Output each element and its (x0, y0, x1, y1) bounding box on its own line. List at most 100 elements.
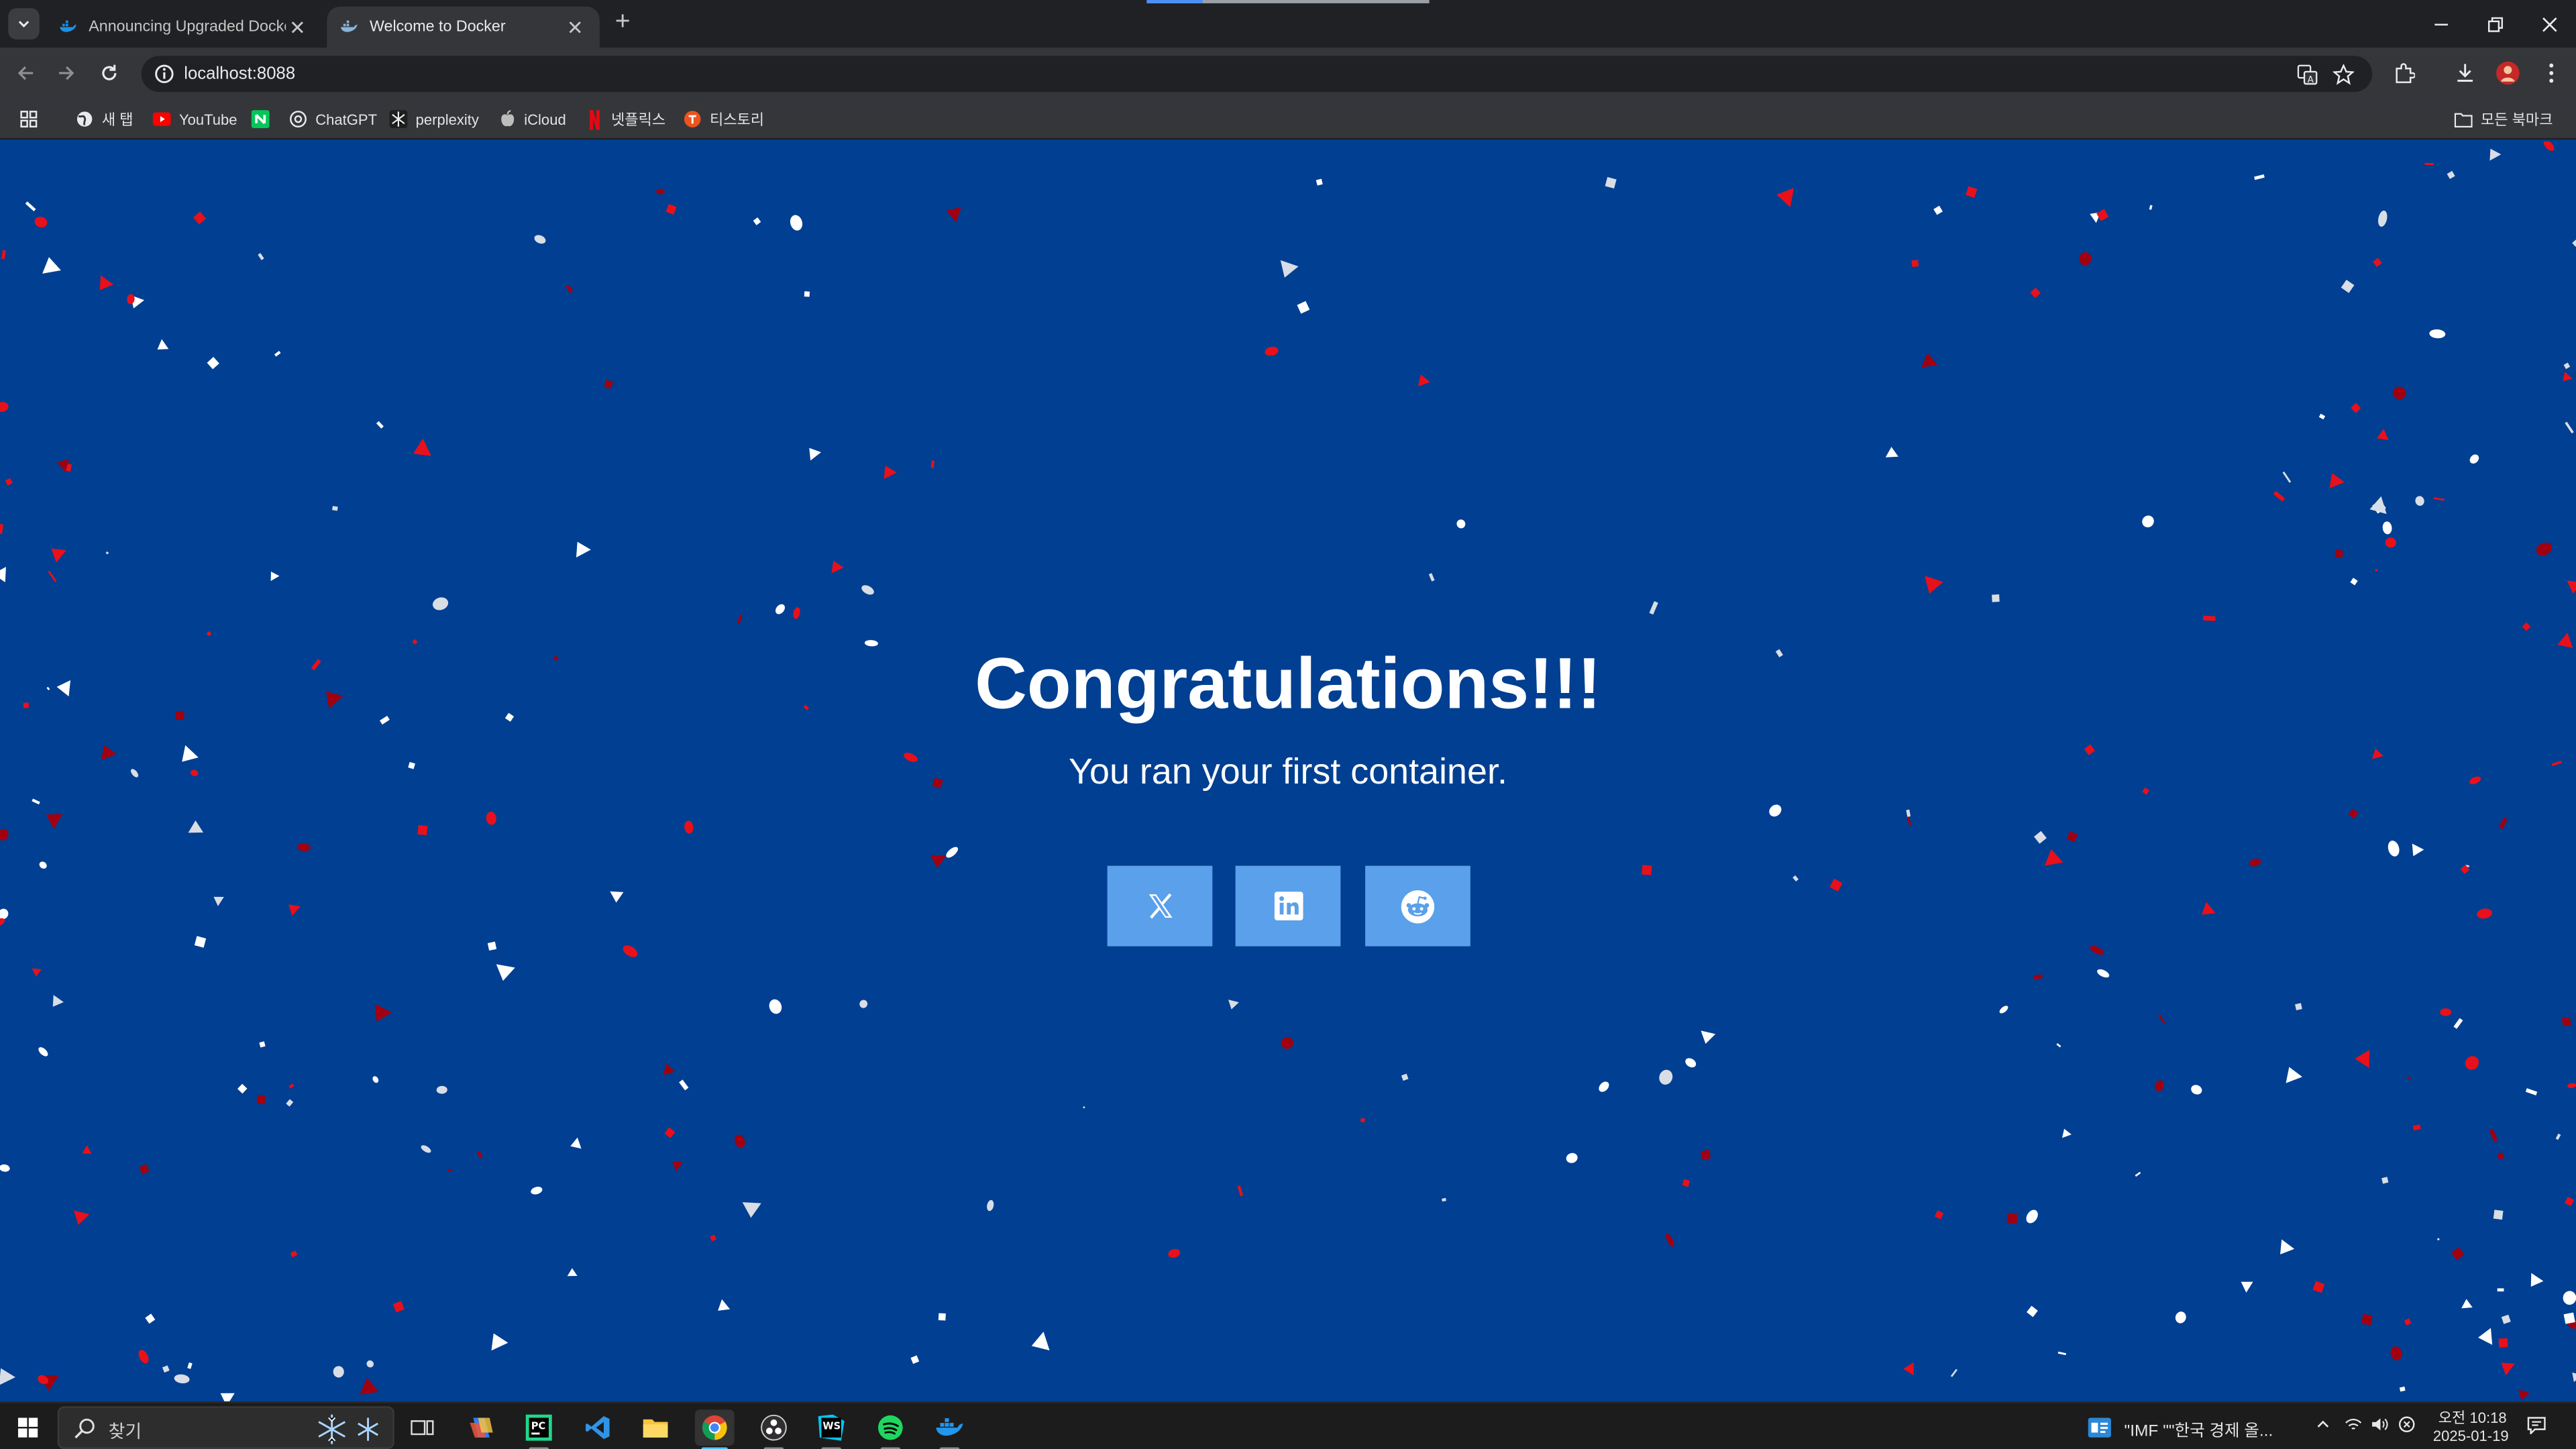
all-bookmarks-folder[interactable]: 모든 북마크 (2454, 109, 2553, 130)
confetti-piece (207, 357, 219, 370)
bookmark-tistory[interactable]: 티스토리 (684, 109, 764, 130)
confetti-piece (297, 843, 311, 851)
clock-time[interactable]: 오전 10:18 (2431, 1406, 2513, 1428)
bookmark-youtube[interactable]: YouTube (152, 109, 237, 130)
chrome-icon[interactable] (694, 1409, 735, 1449)
confetti-piece (288, 1083, 294, 1089)
download-icon[interactable] (2453, 61, 2477, 86)
task-view-icon[interactable] (402, 1409, 442, 1446)
chatgpt-icon (289, 110, 307, 128)
confetti-piece (2057, 1351, 2067, 1356)
confetti-piece (2498, 817, 2508, 830)
volume-icon[interactable] (2371, 1416, 2389, 1436)
bookmark-star-icon[interactable] (2331, 62, 2356, 87)
bookmark-netflix[interactable]: 넷플릭스 (585, 109, 665, 130)
battery-status-icon[interactable] (2399, 1416, 2415, 1436)
tab-close-icon[interactable]: ✕ (286, 15, 309, 38)
vscode-icon[interactable] (578, 1409, 618, 1446)
confetti-piece (1, 250, 6, 260)
confetti-piece (793, 607, 800, 619)
confetti-piece (1401, 1073, 1409, 1081)
bookmark-label: YouTube (178, 111, 237, 127)
confetti-piece (2135, 1171, 2141, 1177)
youtube-icon (152, 110, 171, 128)
confetti-piece (2033, 830, 2047, 844)
profile-avatar[interactable] (2496, 61, 2520, 86)
confetti-piece (2565, 421, 2574, 434)
address-bar[interactable]: localhost:8088 A (141, 56, 2373, 93)
confetti-piece (366, 1360, 374, 1368)
confetti-piece (2382, 521, 2392, 535)
new-tab-button[interactable]: + (610, 9, 636, 36)
confetti-piece (0, 567, 6, 583)
close-window-icon[interactable] (2535, 10, 2565, 40)
file-explorer-icon[interactable] (636, 1409, 676, 1446)
confetti-piece (2518, 1389, 2530, 1401)
confetti-piece (2006, 1212, 2018, 1224)
confetti-piece (2329, 473, 2345, 488)
docker-icon[interactable] (930, 1409, 969, 1449)
menu-kebab-icon[interactable] (2538, 61, 2563, 86)
confetti-piece (1682, 1179, 1690, 1187)
confetti-piece (46, 814, 63, 829)
apps-grid-icon[interactable] (19, 109, 38, 130)
confetti-piece (1237, 1185, 1244, 1197)
confetti-piece (477, 1150, 483, 1159)
confetti-piece (2249, 858, 2261, 867)
confetti-piece (2273, 490, 2286, 502)
obs-icon[interactable] (754, 1409, 794, 1449)
tab-welcome-docker[interactable]: Welcome to Docker ✕ (327, 6, 600, 48)
pycharm-icon[interactable]: PC (519, 1409, 559, 1449)
bookmark-naver[interactable] (251, 109, 278, 130)
confetti-piece (145, 1313, 156, 1324)
docker-favicon-icon (340, 18, 358, 36)
share-linkedin-button[interactable] (1235, 865, 1341, 947)
taskbar-search[interactable]: 찾기 (57, 1406, 394, 1449)
bookmark-chatgpt[interactable]: ChatGPT (289, 109, 377, 130)
confetti-piece (1934, 1210, 1944, 1220)
bookmark-icloud[interactable]: iCloud (498, 109, 566, 130)
confetti-piece (256, 1094, 266, 1105)
confetti-piece (1605, 176, 1617, 189)
wifi-icon[interactable] (2345, 1416, 2363, 1436)
translate-icon[interactable]: A (2295, 62, 2320, 87)
spotify-icon[interactable] (871, 1409, 910, 1449)
confetti-piece (99, 275, 114, 290)
confetti-piece (25, 201, 36, 212)
extensions-icon[interactable] (2392, 61, 2417, 86)
forward-icon[interactable] (52, 59, 80, 87)
bookmark-perplexity[interactable]: perplexity (389, 109, 479, 130)
confetti-piece (1776, 188, 1794, 208)
webstorm-icon[interactable]: WS (812, 1409, 851, 1449)
news-widget-text[interactable]: "IMF ""한국 경제 올... (2125, 1416, 2273, 1441)
back-icon[interactable] (11, 59, 40, 87)
confetti-piece (775, 604, 786, 614)
confetti-piece (157, 339, 169, 350)
tab-announcing-docker[interactable]: Announcing Upgraded Docker ✕ (46, 7, 322, 48)
restore-icon[interactable] (2481, 10, 2510, 40)
site-info-icon[interactable] (153, 62, 176, 85)
tab-search-button[interactable] (8, 8, 40, 40)
bookmark-new-tab[interactable]: 새 탭 (76, 109, 133, 130)
tray-overflow-icon[interactable] (2315, 1416, 2331, 1436)
confetti-piece (2334, 549, 2343, 558)
tab-close-icon[interactable]: ✕ (564, 15, 586, 38)
notification-center-icon[interactable] (2527, 1416, 2546, 1438)
confetti-piece (2280, 1239, 2295, 1254)
news-widget-icon[interactable] (2088, 1416, 2111, 1438)
clock-date[interactable]: 2025-01-19 (2425, 1428, 2517, 1444)
share-reddit-button[interactable] (1365, 865, 1470, 947)
reload-icon[interactable] (95, 59, 123, 87)
bookmarks-bar: 새 탭 YouTube ChatGPT perplexity iCloud 넷플… (0, 98, 2576, 140)
tab-strip: Announcing Upgraded Docker ✕ Welcome to … (0, 0, 2576, 48)
confetti-piece (1442, 1197, 1446, 1202)
minimize-icon[interactable] (2426, 10, 2456, 40)
linkedin-icon (1273, 892, 1303, 920)
share-x-button[interactable] (1107, 865, 1213, 947)
confetti-piece (1566, 1152, 1578, 1163)
confetti-piece (496, 964, 515, 981)
confetti-piece (790, 215, 803, 231)
copilot-icon[interactable] (462, 1409, 501, 1446)
start-button[interactable] (8, 1409, 48, 1446)
svg-text:WS: WS (822, 1421, 841, 1432)
